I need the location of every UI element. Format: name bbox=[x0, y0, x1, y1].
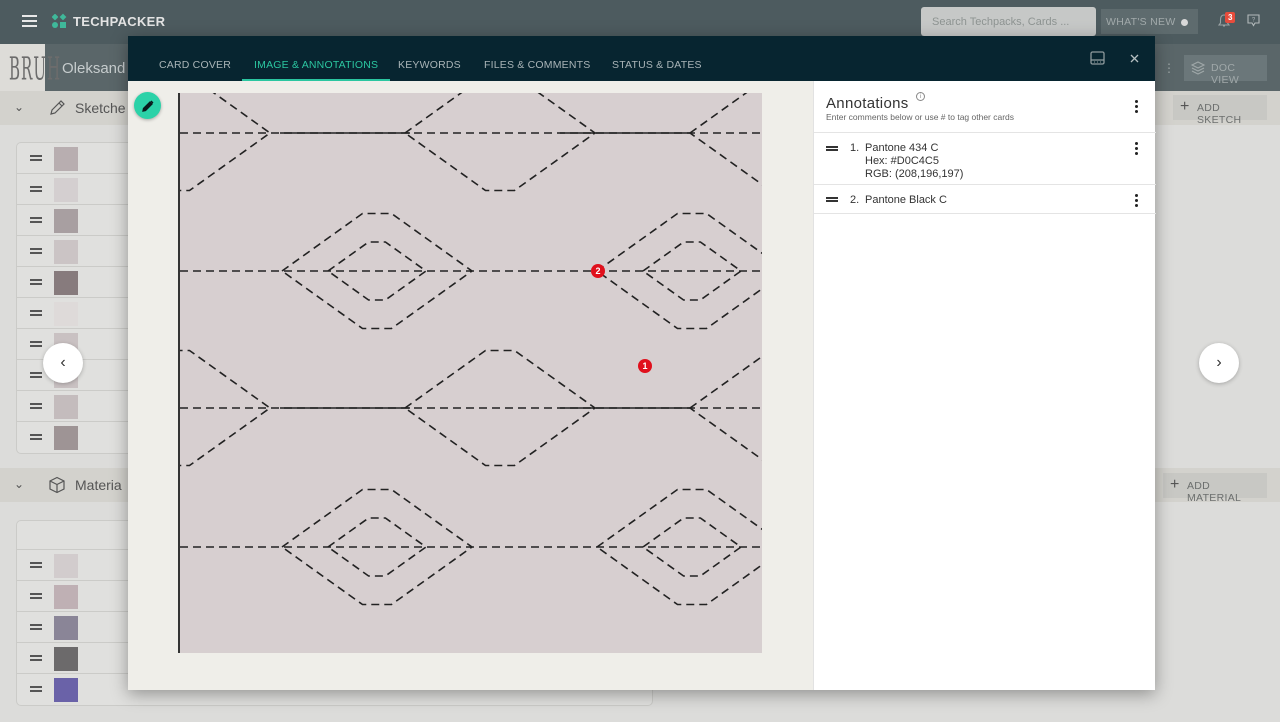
tab-files-comments[interactable]: FILES & COMMENTS bbox=[484, 36, 590, 81]
annotation-marker-1[interactable]: 1 bbox=[638, 359, 652, 373]
sketch-thumbnail bbox=[54, 178, 78, 202]
material-thumbnail bbox=[54, 616, 78, 640]
status-dot-icon bbox=[1180, 18, 1188, 26]
drag-handle-icon[interactable] bbox=[826, 146, 838, 151]
brand-logo: BRUH bbox=[0, 44, 60, 91]
sketch-thumbnail bbox=[54, 271, 78, 295]
layers-icon bbox=[1190, 61, 1206, 75]
annotations-panel: Annotations i Enter comments below or us… bbox=[813, 81, 1156, 690]
drag-handle-icon[interactable] bbox=[30, 403, 42, 409]
info-icon[interactable]: i bbox=[916, 92, 925, 101]
image-pane: 2 1 bbox=[49, 74, 892, 690]
material-thumbnail bbox=[54, 678, 78, 702]
add-sketch-button[interactable]: + ADD SKETCH bbox=[1173, 95, 1267, 126]
add-material-button[interactable]: + ADD MATERIAL bbox=[1163, 473, 1267, 504]
help-chat-icon[interactable]: ? bbox=[1247, 14, 1260, 27]
annotations-title: Annotations bbox=[826, 95, 909, 112]
annotation-number: 1. bbox=[850, 142, 860, 154]
techpack-name[interactable]: Oleksand bbox=[62, 60, 125, 77]
next-card-button[interactable]: › bbox=[1199, 343, 1239, 383]
brand-logo-text: BRUH bbox=[9, 50, 62, 88]
drag-handle-icon[interactable] bbox=[30, 686, 42, 692]
material-thumbnail bbox=[54, 554, 78, 578]
logo-icon bbox=[51, 13, 67, 29]
plus-icon: + bbox=[1170, 476, 1180, 493]
annotation-item[interactable]: 2. Pantone Black C bbox=[814, 184, 1156, 214]
drag-handle-icon[interactable] bbox=[30, 279, 42, 285]
annotation-line: Pantone 434 C bbox=[865, 142, 939, 154]
pencil-icon bbox=[50, 100, 65, 115]
drag-handle-icon[interactable] bbox=[30, 434, 42, 440]
close-icon[interactable] bbox=[1130, 54, 1139, 63]
add-sketch-label: ADD SKETCH bbox=[1197, 102, 1242, 126]
annotation-item[interactable]: 1. Pantone 434 C Hex: #D0C4C5 RGB: (208,… bbox=[814, 132, 1156, 184]
sketches-title: Sketche bbox=[75, 100, 126, 116]
doc-view-button[interactable]: DOC VIEW bbox=[1184, 55, 1267, 86]
tab-card-cover[interactable]: CARD COVER bbox=[159, 36, 231, 81]
annotation-text: Pantone 434 C Hex: #D0C4C5 RGB: (208,196… bbox=[865, 142, 963, 181]
fabric-pattern-image bbox=[49, 74, 892, 606]
annotation-number: 2. bbox=[850, 194, 860, 206]
sketch-thumbnail bbox=[54, 302, 78, 326]
add-material-label: ADD MATERIAL bbox=[1187, 480, 1242, 504]
toggle-panel-icon[interactable] bbox=[1090, 51, 1105, 65]
whats-new-button[interactable]: WHAT'S NEW bbox=[1101, 9, 1198, 34]
more-options-icon[interactable]: ⋮ bbox=[1163, 61, 1175, 75]
sketch-thumbnail bbox=[54, 147, 78, 171]
search-input[interactable]: Search Techpacks, Cards ... bbox=[921, 7, 1096, 36]
annotation-line: Hex: #D0C4C5 bbox=[865, 155, 939, 167]
drag-handle-icon[interactable] bbox=[30, 186, 42, 192]
materials-title: Materia bbox=[75, 477, 122, 493]
whats-new-label: WHAT'S NEW bbox=[1106, 16, 1176, 28]
modal-header: CARD COVER IMAGE & ANNOTATIONS KEYWORDS … bbox=[128, 36, 1155, 81]
chevron-down-icon[interactable]: ⌄ bbox=[14, 100, 24, 114]
pencil-icon bbox=[141, 100, 153, 112]
brand-name: TECHPACKER bbox=[73, 14, 166, 29]
annotation-menu-button[interactable] bbox=[1130, 142, 1142, 157]
material-thumbnail bbox=[54, 647, 78, 671]
hexagon-outline bbox=[689, 74, 892, 192]
drag-handle-icon[interactable] bbox=[30, 217, 42, 223]
annotation-line: Pantone Black C bbox=[865, 194, 947, 206]
doc-view-label: DOC VIEW bbox=[1211, 62, 1240, 86]
plus-icon: + bbox=[1180, 98, 1190, 115]
menu-icon[interactable] bbox=[22, 15, 37, 27]
sketch-thumbnail bbox=[54, 426, 78, 450]
app-logo[interactable]: TECHPACKER bbox=[51, 13, 166, 29]
annotations-menu-button[interactable] bbox=[1130, 100, 1142, 115]
sketch-thumbnail bbox=[54, 395, 78, 419]
annotated-image[interactable]: 2 1 bbox=[49, 74, 892, 653]
sketch-thumbnail bbox=[54, 209, 78, 233]
drag-handle-icon[interactable] bbox=[30, 310, 42, 316]
notification-badge: 3 bbox=[1225, 12, 1236, 23]
chevron-left-icon: ‹ bbox=[60, 354, 66, 371]
sketch-thumbnail bbox=[54, 240, 78, 264]
annotations-subtitle: Enter comments below or use # to tag oth… bbox=[826, 112, 1015, 122]
drag-handle-icon[interactable] bbox=[826, 197, 838, 202]
annotation-text: Pantone Black C bbox=[865, 194, 947, 207]
previous-card-button[interactable]: ‹ bbox=[43, 343, 83, 383]
chevron-down-icon[interactable]: ⌄ bbox=[14, 477, 24, 491]
drag-handle-icon[interactable] bbox=[30, 655, 42, 661]
chevron-right-icon: › bbox=[1216, 354, 1222, 371]
drag-handle-icon[interactable] bbox=[30, 593, 42, 599]
annotation-marker-2[interactable]: 2 bbox=[591, 264, 605, 278]
drag-handle-icon[interactable] bbox=[30, 155, 42, 161]
cube-icon bbox=[49, 476, 65, 494]
drag-handle-icon[interactable] bbox=[30, 341, 42, 347]
tab-keywords[interactable]: KEYWORDS bbox=[398, 36, 461, 81]
card-modal: CARD COVER IMAGE & ANNOTATIONS KEYWORDS … bbox=[49, 36, 1156, 690]
edit-image-button[interactable] bbox=[134, 92, 161, 119]
material-thumbnail bbox=[54, 585, 78, 609]
drag-handle-icon[interactable] bbox=[30, 624, 42, 630]
annotation-line: RGB: (208,196,197) bbox=[865, 168, 964, 180]
drag-handle-icon[interactable] bbox=[30, 248, 42, 254]
drag-handle-icon[interactable] bbox=[30, 562, 42, 568]
annotation-menu-button[interactable] bbox=[1130, 194, 1142, 209]
drag-handle-icon[interactable] bbox=[30, 372, 42, 378]
hexagon-outline bbox=[49, 74, 272, 192]
tab-image-annotations[interactable]: IMAGE & ANNOTATIONS bbox=[242, 36, 391, 81]
hexagon-outline bbox=[404, 74, 597, 192]
tab-status-dates[interactable]: STATUS & DATES bbox=[612, 36, 702, 81]
